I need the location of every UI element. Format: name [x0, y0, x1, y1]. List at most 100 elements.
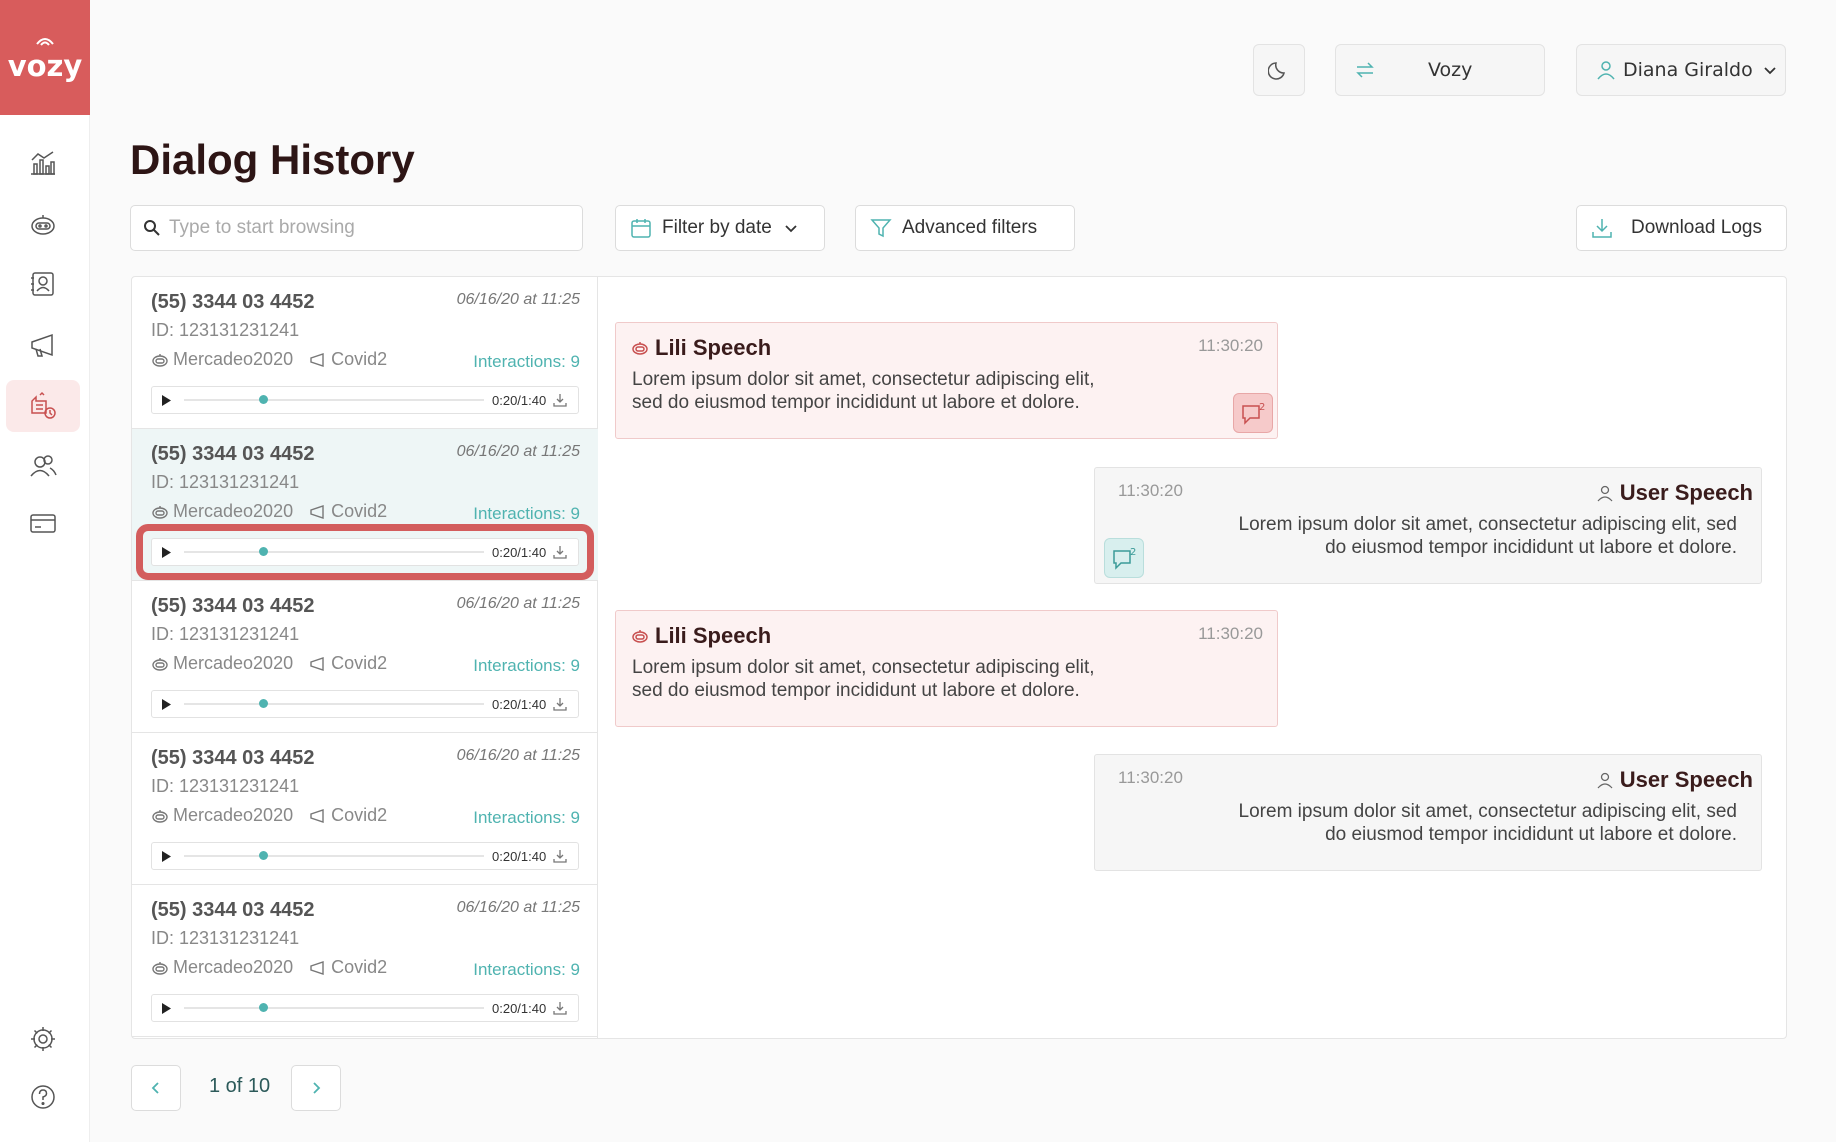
comments-badge-button[interactable]: 2	[1104, 538, 1144, 578]
nav-billing[interactable]	[6, 497, 80, 549]
analytics-icon	[31, 151, 55, 175]
moon-icon	[1268, 62, 1285, 80]
search-box[interactable]	[130, 205, 583, 251]
message-line: Lorem ipsum dolor sit amet, consectetur …	[1238, 801, 1737, 822]
download-icon	[553, 394, 567, 407]
user-icon	[1597, 772, 1613, 789]
download-audio-button[interactable]	[548, 697, 572, 711]
bot-icon	[152, 657, 168, 671]
bot-icon	[152, 505, 168, 519]
audio-time: 0:20/1:40	[492, 848, 547, 864]
download-icon	[553, 546, 567, 559]
download-logs-button[interactable]: Download Logs	[1576, 205, 1787, 251]
message-line: Lorem ipsum dolor sit amet, consectetur …	[632, 657, 1095, 678]
bot-message: Lili Speech 11:30:20 Lorem ipsum dolor s…	[615, 322, 1278, 439]
call-tags: Mercadeo2020 Covid2	[151, 805, 387, 826]
message-line: sed do eiusmod tempor incididunt ut labo…	[632, 392, 1080, 413]
call-date: 06/16/20 at 11:25	[456, 443, 580, 460]
nav-users[interactable]	[6, 440, 80, 492]
chevron-down-icon	[785, 225, 797, 233]
seek-knob[interactable]	[259, 699, 268, 708]
megaphone-icon	[31, 333, 53, 357]
nav-contacts[interactable]	[6, 258, 80, 310]
megaphone-icon	[310, 656, 324, 671]
call-id: ID: 123131231241	[151, 928, 300, 948]
call-phone: (55) 3344 03 4452	[151, 291, 315, 313]
bot-name: Mercadeo2020	[173, 349, 294, 369]
user-message: 11:30:20 User Speech Lorem ipsum dolor s…	[1094, 754, 1762, 871]
advanced-filters-button[interactable]: Advanced filters	[855, 205, 1075, 251]
interactions-count: Interactions: 9	[473, 808, 580, 827]
call-date: 06/16/20 at 11:25	[456, 747, 580, 764]
download-audio-button[interactable]	[548, 1001, 572, 1015]
call-tags: Mercadeo2020 Covid2	[151, 501, 387, 522]
workspace-switch-button[interactable]: Vozy	[1335, 44, 1545, 96]
speaker-name: User Speech	[1619, 767, 1753, 792]
call-phone: (55) 3344 03 4452	[151, 595, 315, 617]
filter-by-date-button[interactable]: Filter by date	[615, 205, 825, 251]
interactions-count: Interactions: 9	[473, 504, 580, 523]
next-page-button[interactable]	[291, 1065, 341, 1111]
user-speaker: User Speech	[1596, 767, 1753, 793]
seek-knob[interactable]	[259, 395, 268, 404]
call-list-item[interactable]: (55) 3344 03 4452 06/16/20 at 11:25 ID: 12…	[132, 277, 598, 429]
call-phone: (55) 3344 03 4452	[151, 899, 315, 921]
nav-settings[interactable]	[6, 1013, 80, 1065]
audio-seek-bar[interactable]	[184, 1003, 484, 1012]
campaign-name: Covid2	[331, 501, 388, 521]
download-icon	[553, 1002, 567, 1015]
seek-knob[interactable]	[259, 547, 268, 556]
megaphone-icon	[310, 504, 324, 519]
call-list-item[interactable]: (55) 3344 03 4452 06/16/20 at 11:25 ID: 12…	[132, 581, 598, 733]
megaphone-icon	[310, 960, 324, 975]
nav-dialog-history[interactable]	[6, 380, 80, 432]
call-date: 06/16/20 at 11:25	[456, 595, 580, 612]
call-list-item[interactable]: (55) 3344 03 4452 06/16/20 at 11:25 ID: 12…	[132, 733, 598, 885]
call-id: ID: 123131231241	[151, 776, 300, 796]
play-button[interactable]	[152, 698, 180, 710]
logo-text: vozy	[7, 48, 83, 83]
comment-count: 2	[1259, 402, 1265, 413]
nav-bots[interactable]	[6, 199, 80, 251]
play-button[interactable]	[152, 1002, 180, 1014]
search-input[interactable]	[169, 217, 569, 239]
message-line: do eiusmod tempor incididunt ut labore e…	[1325, 824, 1737, 845]
funnel-icon	[870, 219, 892, 238]
theme-toggle-button[interactable]	[1253, 44, 1305, 96]
bot-icon	[152, 961, 168, 975]
nav-analytics[interactable]	[6, 137, 80, 189]
prev-page-button[interactable]	[131, 1065, 181, 1111]
play-button[interactable]	[152, 546, 180, 558]
chevron-left-icon	[151, 1082, 159, 1094]
interactions-count: Interactions: 9	[473, 656, 580, 675]
audio-player: 0:20/1:40	[151, 842, 579, 870]
audio-seek-bar[interactable]	[184, 395, 484, 404]
call-list-item[interactable]: (55) 3344 03 4452 06/16/20 at 11:25 ID: 12…	[132, 429, 598, 581]
play-icon	[161, 698, 171, 710]
audio-seek-bar[interactable]	[184, 851, 484, 860]
play-button[interactable]	[152, 394, 180, 406]
download-audio-button[interactable]	[548, 849, 572, 863]
seek-knob[interactable]	[259, 1003, 268, 1012]
billing-card-icon	[30, 514, 56, 533]
download-icon	[1592, 219, 1612, 238]
nav-campaigns[interactable]	[6, 319, 80, 371]
message-time: 11:30:20	[1198, 336, 1263, 355]
dialog-history-icon	[31, 391, 56, 419]
call-tags: Mercadeo2020 Covid2	[151, 653, 387, 674]
audio-time: 0:20/1:40	[492, 544, 547, 560]
download-audio-button[interactable]	[548, 545, 572, 559]
comments-badge-button[interactable]: 2	[1233, 393, 1273, 433]
call-list-item[interactable]: (55) 3344 03 4452 06/16/20 at 11:25 ID: 12…	[132, 885, 598, 1037]
contacts-icon	[31, 272, 54, 296]
seek-knob[interactable]	[259, 851, 268, 860]
message-line: Lorem ipsum dolor sit amet, consectetur …	[632, 369, 1095, 390]
user-menu-button[interactable]: Diana Giraldo	[1576, 44, 1786, 96]
vozy-logo[interactable]: vozy	[0, 0, 90, 115]
nav-help[interactable]	[6, 1071, 80, 1123]
audio-seek-bar[interactable]	[184, 699, 484, 708]
campaign-name: Covid2	[331, 957, 388, 977]
audio-seek-bar[interactable]	[184, 547, 484, 556]
download-audio-button[interactable]	[548, 393, 572, 407]
play-button[interactable]	[152, 850, 180, 862]
